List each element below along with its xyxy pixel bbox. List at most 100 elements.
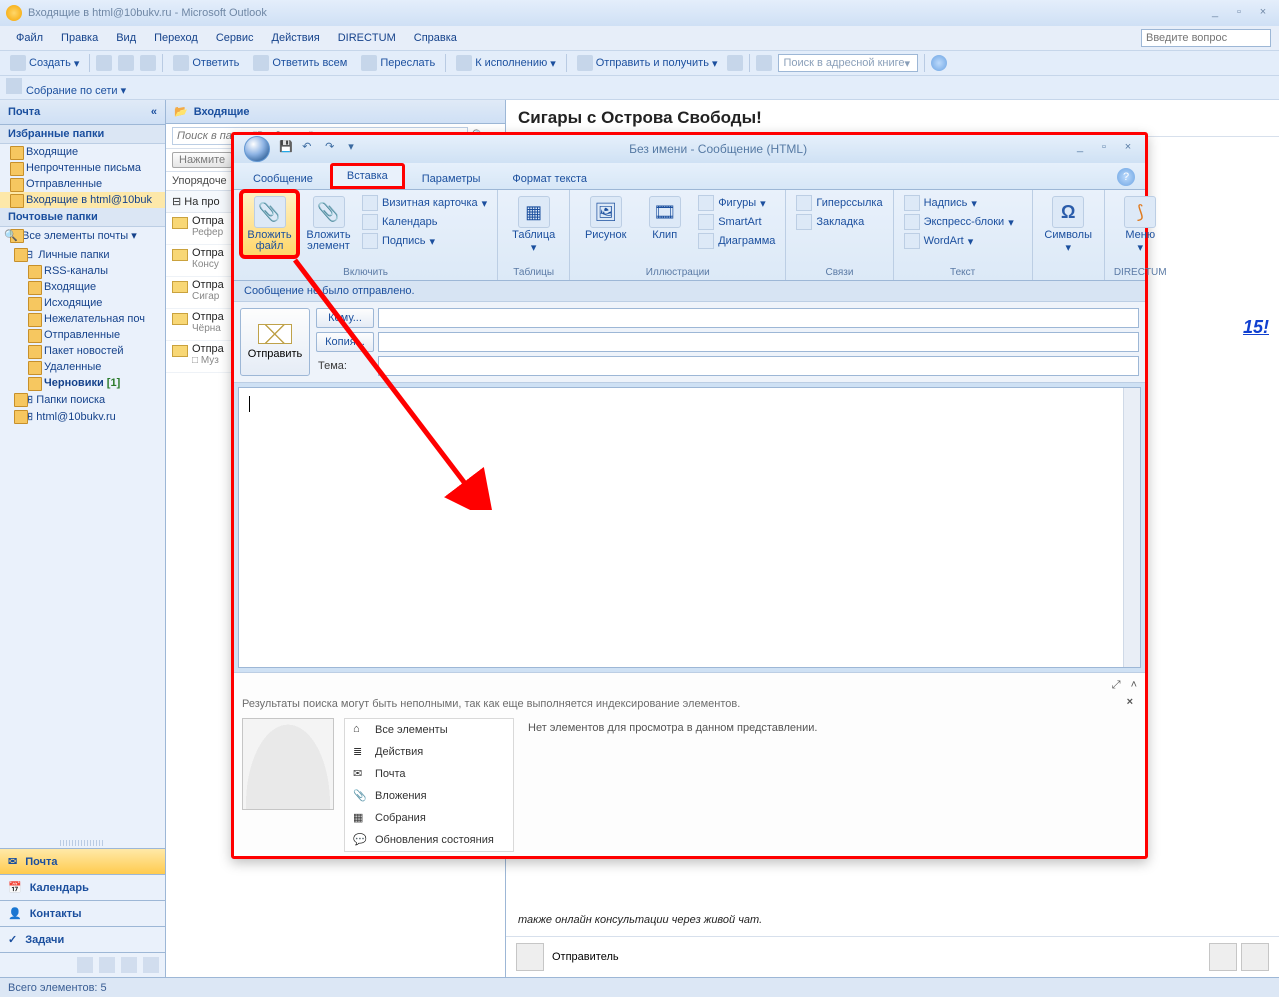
compose-close-button[interactable]: ×: [1117, 141, 1139, 157]
pmenu-updates[interactable]: 💬Обновления состояния: [345, 829, 513, 851]
to-field[interactable]: [378, 308, 1139, 328]
bookmark-button[interactable]: Закладка: [794, 213, 884, 231]
favorites-header[interactable]: Избранные папки: [0, 125, 165, 144]
notes-icon[interactable]: [77, 957, 93, 973]
reply-button[interactable]: Ответить: [169, 53, 243, 73]
menu-directum[interactable]: DIRECTUM: [330, 29, 404, 47]
menu-go[interactable]: Переход: [146, 29, 206, 47]
close-button[interactable]: ×: [1253, 6, 1273, 20]
qat-more-icon[interactable]: ▾: [348, 140, 366, 158]
fav-account-inbox[interactable]: Входящие в html@10buk: [0, 192, 165, 208]
tree-account[interactable]: ⊞ html@10bukv.ru: [4, 408, 165, 425]
shapes-button[interactable]: Фигуры ▾: [696, 194, 777, 212]
tree-deleted[interactable]: Удаленные: [18, 359, 165, 375]
forward-button[interactable]: Переслать: [357, 53, 439, 73]
help-question-input[interactable]: [1141, 29, 1271, 47]
body-fragment-link[interactable]: 15!: [1243, 317, 1269, 338]
note-close-icon[interactable]: ×: [1127, 696, 1133, 708]
follow-up-button[interactable]: К исполнению ▾: [452, 53, 560, 73]
tab-insert[interactable]: Вставка: [330, 163, 405, 189]
compose-titlebar[interactable]: 💾 ↶ ↷ ▾ Без имени - Сообщение (HTML) _ ▫…: [234, 135, 1145, 163]
addressbook-search[interactable]: Поиск в адресной книге ▾: [778, 54, 918, 72]
qat-redo-icon[interactable]: ↷: [325, 140, 343, 158]
tree-inbox[interactable]: Входящие: [18, 279, 165, 295]
quickparts-button[interactable]: Экспресс-блоки ▾: [902, 213, 1016, 231]
pmenu-all[interactable]: ⌂Все элементы: [345, 719, 513, 741]
compose-maximize-button[interactable]: ▫: [1093, 141, 1115, 157]
calendar-button[interactable]: Календарь: [360, 213, 489, 231]
to-button[interactable]: Кому...: [316, 308, 374, 328]
business-card-button[interactable]: Визитная карточка ▾: [360, 194, 489, 212]
minimize-button[interactable]: _: [1205, 6, 1225, 20]
shortcuts-icon[interactable]: [121, 957, 137, 973]
qat-undo-icon[interactable]: ↶: [302, 140, 320, 158]
addressbook-icon[interactable]: [756, 55, 772, 71]
navbtn-calendar[interactable]: 📅Календарь: [0, 874, 165, 900]
navbtn-contacts[interactable]: 👤Контакты: [0, 900, 165, 926]
cc-field[interactable]: [378, 332, 1139, 352]
signature-button[interactable]: Подпись ▾: [360, 232, 489, 250]
nav-grip[interactable]: [60, 840, 105, 846]
print-icon[interactable]: [96, 55, 112, 71]
pmenu-actions[interactable]: ≣Действия: [345, 741, 513, 763]
office-button[interactable]: [240, 135, 274, 163]
hyperlink-button[interactable]: Гиперссылка: [794, 194, 884, 212]
tab-message[interactable]: Сообщение: [238, 168, 328, 189]
pmenu-meetings[interactable]: ▦Собрания: [345, 807, 513, 829]
pmenu-mail[interactable]: ✉Почта: [345, 763, 513, 785]
people-collapse-icon[interactable]: ˄: [1131, 679, 1137, 692]
tree-search-folders[interactable]: ⊞ Папки поиска: [4, 391, 165, 408]
tab-format-text[interactable]: Формат текста: [497, 168, 602, 189]
smartart-button[interactable]: SmartArt: [696, 213, 777, 231]
cc-button[interactable]: Копия...: [316, 332, 374, 352]
tree-sent[interactable]: Отправленные: [18, 327, 165, 343]
directum-menu-button[interactable]: ⟆Меню ▾: [1113, 192, 1168, 258]
nav-collapse-icon[interactable]: «: [151, 106, 157, 118]
menu-view[interactable]: Вид: [108, 29, 144, 47]
clipart-button[interactable]: 🎞Клип: [637, 192, 692, 250]
menu-help[interactable]: Справка: [406, 29, 465, 47]
delete-icon[interactable]: [140, 55, 156, 71]
navbtn-tasks[interactable]: ✓Задачи: [0, 926, 165, 952]
tree-personal-folders[interactable]: ⊟ Личные папки: [4, 246, 165, 263]
all-mail-items[interactable]: 🔍Все элементы почты ▾: [0, 227, 165, 244]
fav-sent[interactable]: Отправленные: [0, 176, 165, 192]
nav-configure-icon[interactable]: [143, 957, 159, 973]
tab-options[interactable]: Параметры: [407, 168, 496, 189]
send-receive-button[interactable]: Отправить и получить ▾: [573, 53, 722, 73]
qat-save-icon[interactable]: 💾: [279, 140, 297, 158]
menu-edit[interactable]: Правка: [53, 29, 106, 47]
ribbon-help-icon[interactable]: ?: [1117, 168, 1135, 186]
chart-button[interactable]: Диаграмма: [696, 232, 777, 250]
tree-rss[interactable]: RSS-каналы: [18, 263, 165, 279]
compose-minimize-button[interactable]: _: [1069, 141, 1091, 157]
people-expand-icon[interactable]: ⤢: [1112, 679, 1121, 692]
rules-icon[interactable]: [727, 55, 743, 71]
menu-actions[interactable]: Действия: [264, 29, 328, 47]
create-button[interactable]: Создать ▾: [6, 53, 83, 73]
send-button[interactable]: Отправить: [240, 308, 310, 376]
online-meeting-button[interactable]: Собрание по сети ▾: [6, 78, 126, 97]
tree-drafts[interactable]: Черновики [1]: [18, 375, 165, 391]
pmenu-attachments[interactable]: 📎Вложения: [345, 785, 513, 807]
help-icon[interactable]: [931, 55, 947, 71]
attach-item-button[interactable]: 📎 Вложить элемент: [301, 192, 356, 256]
move-icon[interactable]: [118, 55, 134, 71]
wordart-button[interactable]: WordArt ▾: [902, 232, 1016, 250]
fav-unread[interactable]: Непрочтенные письма: [0, 160, 165, 176]
subject-field[interactable]: [378, 356, 1139, 376]
tree-outbox[interactable]: Исходящие: [18, 295, 165, 311]
menu-tools[interactable]: Сервис: [208, 29, 262, 47]
reply-all-button[interactable]: Ответить всем: [249, 53, 351, 73]
menu-file[interactable]: Файл: [8, 29, 51, 47]
mail-folders-header[interactable]: Почтовые папки: [0, 208, 165, 227]
compose-body[interactable]: [238, 387, 1141, 668]
folder-list-icon[interactable]: [99, 957, 115, 973]
tree-junk[interactable]: Нежелательная поч: [18, 311, 165, 327]
attach-file-button[interactable]: 📎 Вложить файл: [242, 192, 297, 256]
maximize-button[interactable]: ▫: [1229, 6, 1249, 20]
body-scrollbar[interactable]: [1123, 388, 1140, 667]
hint-button[interactable]: Нажмите: [172, 152, 232, 168]
navbtn-mail[interactable]: ✉Почта: [0, 848, 165, 874]
picture-button[interactable]: 🖼Рисунок: [578, 192, 633, 250]
